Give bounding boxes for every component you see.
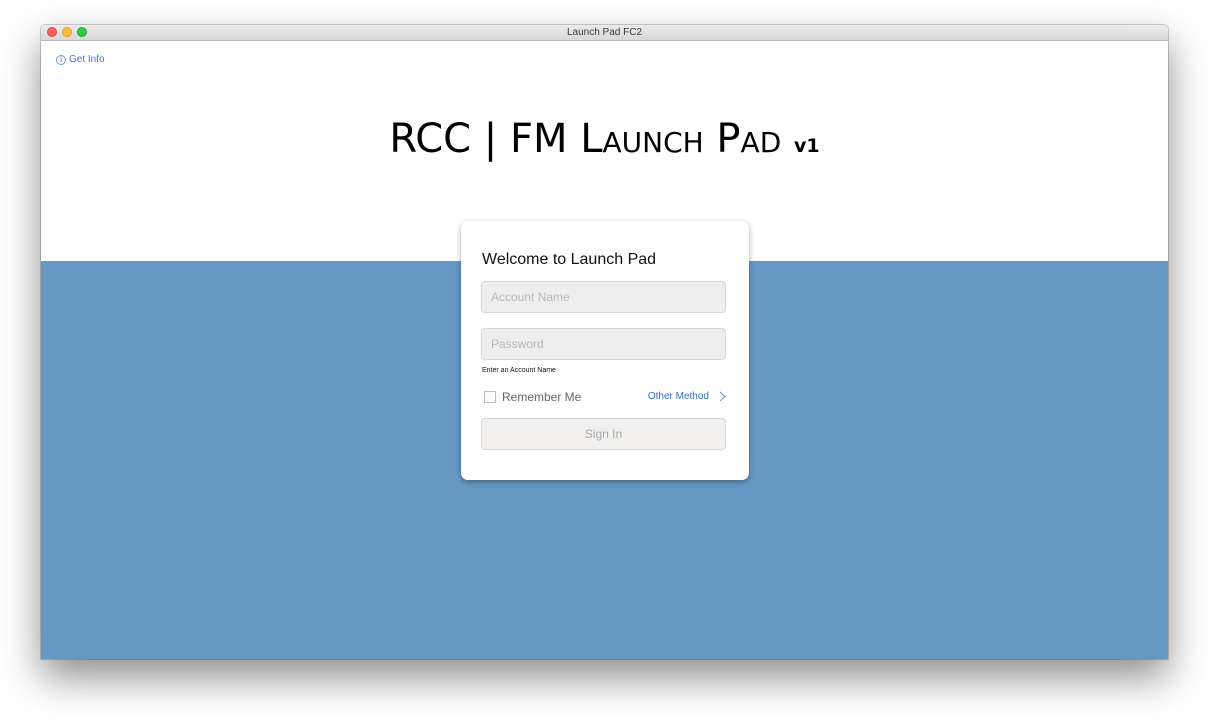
- password-input[interactable]: [481, 328, 726, 360]
- account-name-input[interactable]: [481, 281, 726, 313]
- get-info-label: Get Info: [69, 54, 105, 65]
- other-method-label: Other Method: [647, 391, 709, 402]
- remember-me-label: Remember Me: [502, 390, 582, 404]
- remember-me-checkbox[interactable]: [484, 391, 496, 403]
- login-heading: Welcome to Launch Pad: [482, 251, 657, 268]
- get-info-link[interactable]: i Get Info: [56, 54, 105, 65]
- title-bar[interactable]: Launch Pad FC2: [41, 25, 1168, 41]
- helper-text: Enter an Account Name: [482, 367, 556, 374]
- app-title: RCC | FM Launch Pad v1: [41, 116, 1168, 162]
- sign-in-button[interactable]: Sign In: [481, 418, 726, 450]
- window-title: Launch Pad FC2: [566, 27, 643, 38]
- other-method-link[interactable]: Other Method: [647, 391, 726, 402]
- app-window: Launch Pad FC2 i Get Info RCC | FM Launc…: [41, 25, 1168, 659]
- login-card: Welcome to Launch Pad Enter an Account N…: [461, 221, 749, 480]
- info-icon: i: [56, 54, 66, 65]
- app-title-version: v1: [793, 135, 820, 157]
- remember-me[interactable]: Remember Me: [484, 390, 581, 404]
- main-content: i Get Info RCC | FM Launch Pad v1 Welcom…: [41, 41, 1168, 659]
- app-title-main: RCC | FM: [389, 116, 581, 162]
- chevron-right-icon: [715, 391, 726, 402]
- app-title-small-caps: Launch Pad: [580, 116, 782, 162]
